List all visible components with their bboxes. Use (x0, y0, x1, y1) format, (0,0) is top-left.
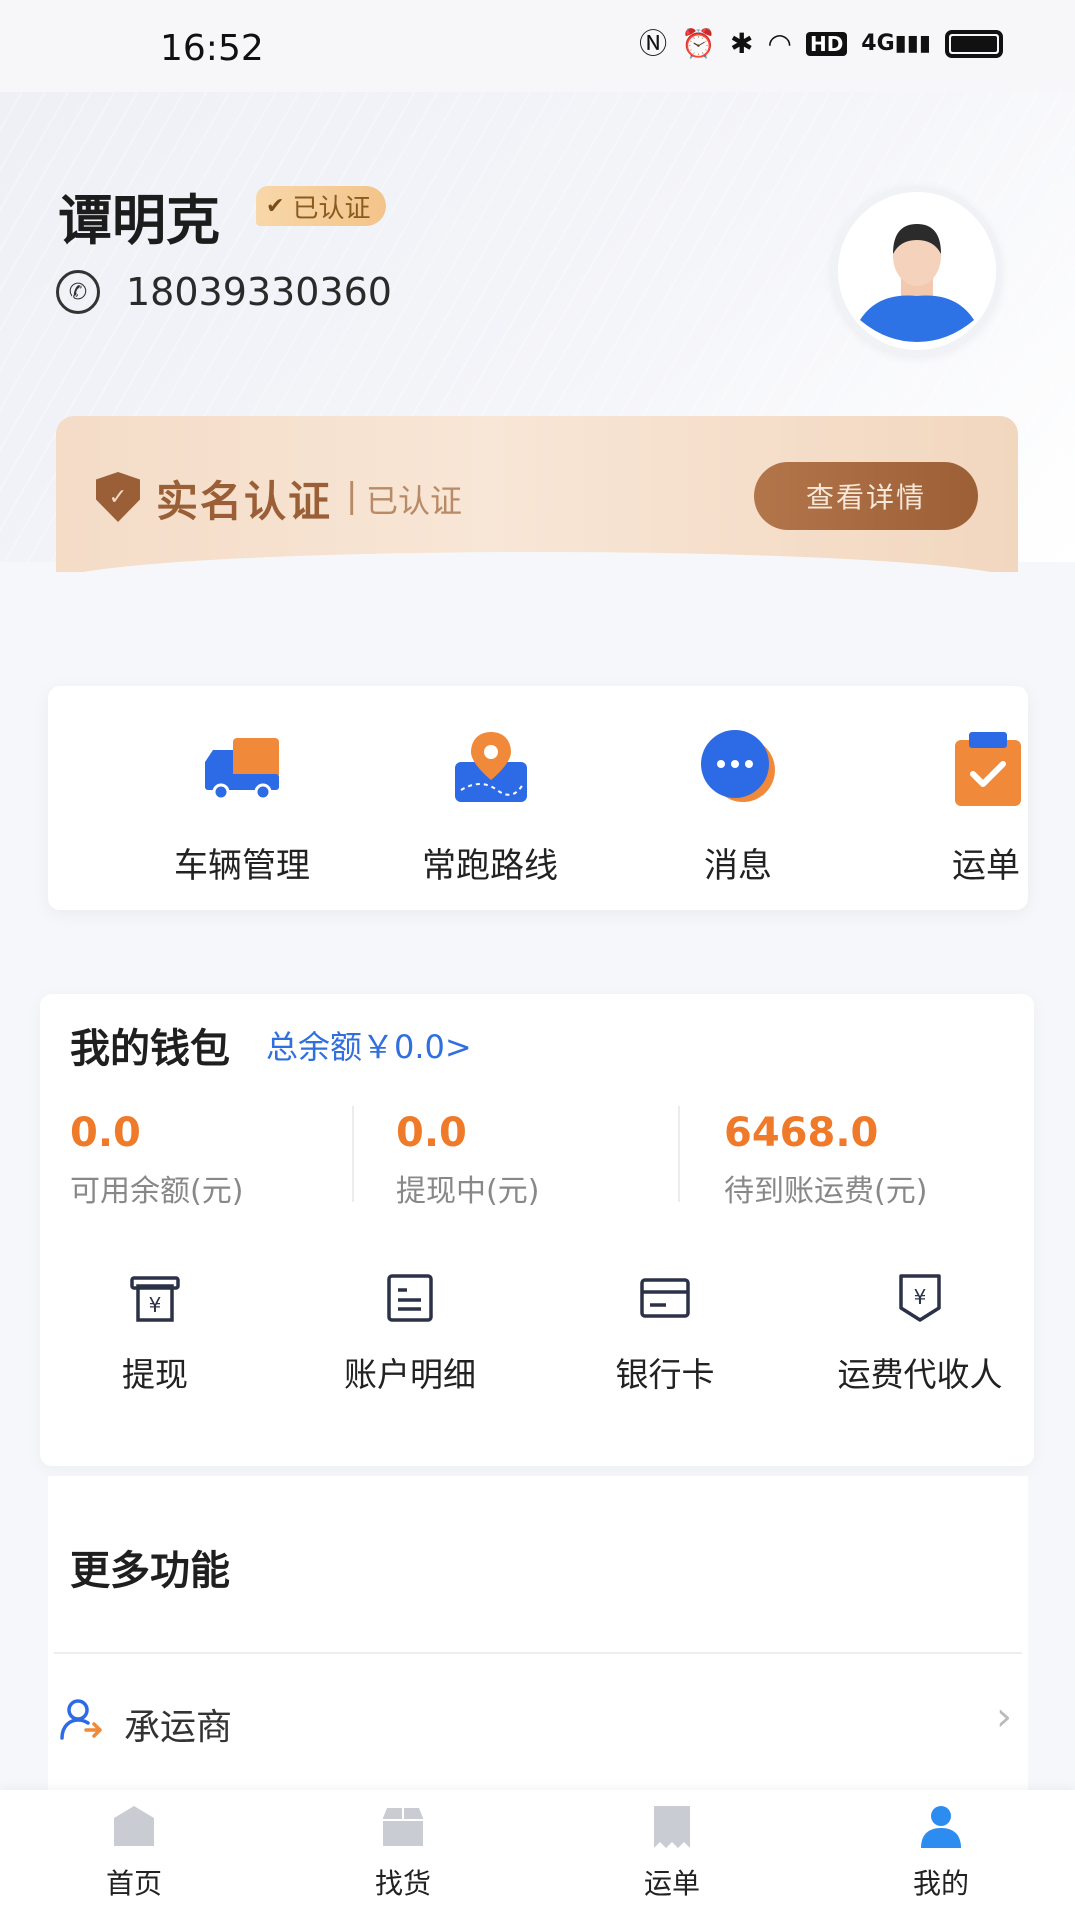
network-type: 4G (861, 31, 895, 56)
stat-value: 0.0 (396, 1110, 467, 1156)
quick-item-label: 运单 (952, 846, 1020, 886)
quick-item-label: 消息 (704, 846, 772, 886)
carrier-icon (58, 1696, 104, 1742)
bottom-tab-bar: 首页 找货 运单 我的 (0, 1790, 1075, 1915)
view-details-button[interactable]: 查看详情 (754, 462, 978, 530)
quick-actions-card: 车辆管理 常跑路线 消息 运单 (48, 686, 1028, 910)
bluetooth-icon: ✱ (730, 27, 754, 60)
svg-text:¥: ¥ (914, 1285, 927, 1309)
route-pin-icon (447, 726, 533, 812)
wallet-action-withdraw[interactable]: ¥ 提现 (35, 1272, 275, 1396)
tab-label: 运单 (643, 1867, 700, 1900)
verified-badge-label: 已认证 (292, 193, 371, 224)
status-icons: Ⓝ ⏰ ✱ ◠ HD 4G▮▮▮ (639, 30, 1003, 58)
quick-item-vehicle-management[interactable]: 车辆管理 (142, 726, 342, 887)
quick-item-waybill[interactable]: 运单 (886, 726, 1075, 887)
nfc-icon: Ⓝ (639, 27, 668, 60)
wallet-total-link[interactable]: 总余额￥0.0> (266, 1022, 472, 1068)
hd-icon: HD (805, 32, 848, 56)
wallet-action-label: 银行卡 (615, 1355, 715, 1394)
quick-item-messages[interactable]: 消息 (638, 726, 838, 887)
quick-item-label: 常跑路线 (422, 846, 558, 886)
status-time: 16:52 (160, 28, 264, 69)
quick-item-routes[interactable]: 常跑路线 (390, 726, 590, 887)
phone-icon: ✆ (56, 270, 100, 314)
more-features-title: 更多功能 (70, 1548, 230, 1594)
stat-label: 待到账运费(元) (724, 1174, 928, 1209)
wallet-action-label: 账户明细 (344, 1355, 476, 1394)
check-icon: ✔ (266, 193, 285, 219)
status-bar: 16:52 Ⓝ ⏰ ✱ ◠ HD 4G▮▮▮ (0, 0, 1075, 92)
home-icon (112, 1804, 156, 1848)
battery-icon (945, 30, 1003, 58)
more-features-card: 更多功能 承运商 › (48, 1476, 1028, 1796)
stat-withdrawing[interactable]: 0.0 提现中(元) (396, 1110, 539, 1210)
box-icon (381, 1804, 425, 1848)
wallet-action-label: 提现 (122, 1355, 188, 1394)
wifi-icon: ◠ (767, 27, 792, 60)
stat-label: 可用余额(元) (70, 1174, 244, 1209)
chevron-right-icon: › (996, 1694, 1012, 1740)
tab-waybill[interactable]: 运单 (572, 1804, 772, 1902)
withdraw-icon: ¥ (128, 1272, 182, 1324)
stat-value: 0.0 (70, 1110, 141, 1156)
stat-available-balance[interactable]: 0.0 可用余额(元) (70, 1110, 243, 1210)
tab-label: 找货 (374, 1867, 431, 1900)
stat-divider (352, 1106, 354, 1202)
avatar-person-icon (838, 192, 996, 350)
tab-find-goods[interactable]: 找货 (303, 1804, 503, 1902)
truck-icon (199, 726, 285, 812)
stat-value: 6468.0 (724, 1110, 879, 1156)
realname-separator: | (346, 476, 358, 516)
shield-icon: ✓ (96, 472, 140, 522)
bank-card-icon (638, 1272, 692, 1324)
svg-text:¥: ¥ (149, 1293, 162, 1317)
wallet-action-bank-card[interactable]: 银行卡 (545, 1272, 785, 1396)
waybill-icon (943, 726, 1029, 812)
signal-4g-icon: 4G▮▮▮ (861, 31, 931, 56)
avatar[interactable] (832, 186, 1002, 356)
phone-number: 18039330360 (126, 270, 392, 314)
wallet-card: 我的钱包 总余额￥0.0> 0.0 可用余额(元) 0.0 提现中(元) 646… (40, 994, 1034, 1466)
list-item-label: 承运商 (124, 1707, 233, 1748)
waybill-tab-icon (650, 1804, 694, 1848)
tab-home[interactable]: 首页 (34, 1804, 234, 1902)
stat-label: 提现中(元) (396, 1174, 540, 1209)
alarm-icon: ⏰ (681, 27, 717, 60)
wallet-action-account-detail[interactable]: 账户明细 (290, 1272, 530, 1396)
phone-row: ✆ 18039330360 (56, 270, 392, 314)
quick-item-label: 车辆管理 (174, 846, 310, 886)
wallet-action-freight-agent[interactable]: ¥ 运费代收人 (800, 1272, 1040, 1396)
list-item-carrier[interactable]: 承运商 › (48, 1676, 1028, 1776)
account-detail-icon (383, 1272, 437, 1324)
realname-status: 已认证 (366, 482, 463, 520)
message-icon (695, 726, 781, 812)
stat-pending-freight[interactable]: 6468.0 待到账运费(元) (724, 1110, 927, 1210)
person-icon (919, 1804, 963, 1848)
user-name: 谭明克 (58, 189, 220, 252)
freight-agent-icon: ¥ (893, 1272, 947, 1324)
realname-title: 实名认证 (156, 477, 333, 526)
tab-mine[interactable]: 我的 (841, 1804, 1041, 1902)
tab-label: 我的 (912, 1867, 969, 1900)
wallet-title: 我的钱包 (70, 1026, 230, 1072)
wallet-action-label: 运费代收人 (837, 1355, 1003, 1394)
verified-badge: ✔ 已认证 (256, 186, 387, 226)
divider (54, 1652, 1022, 1654)
tab-label: 首页 (105, 1867, 162, 1900)
stat-divider (678, 1106, 680, 1202)
realname-card: ✓ 实名认证 | 已认证 查看详情 (56, 416, 1018, 572)
